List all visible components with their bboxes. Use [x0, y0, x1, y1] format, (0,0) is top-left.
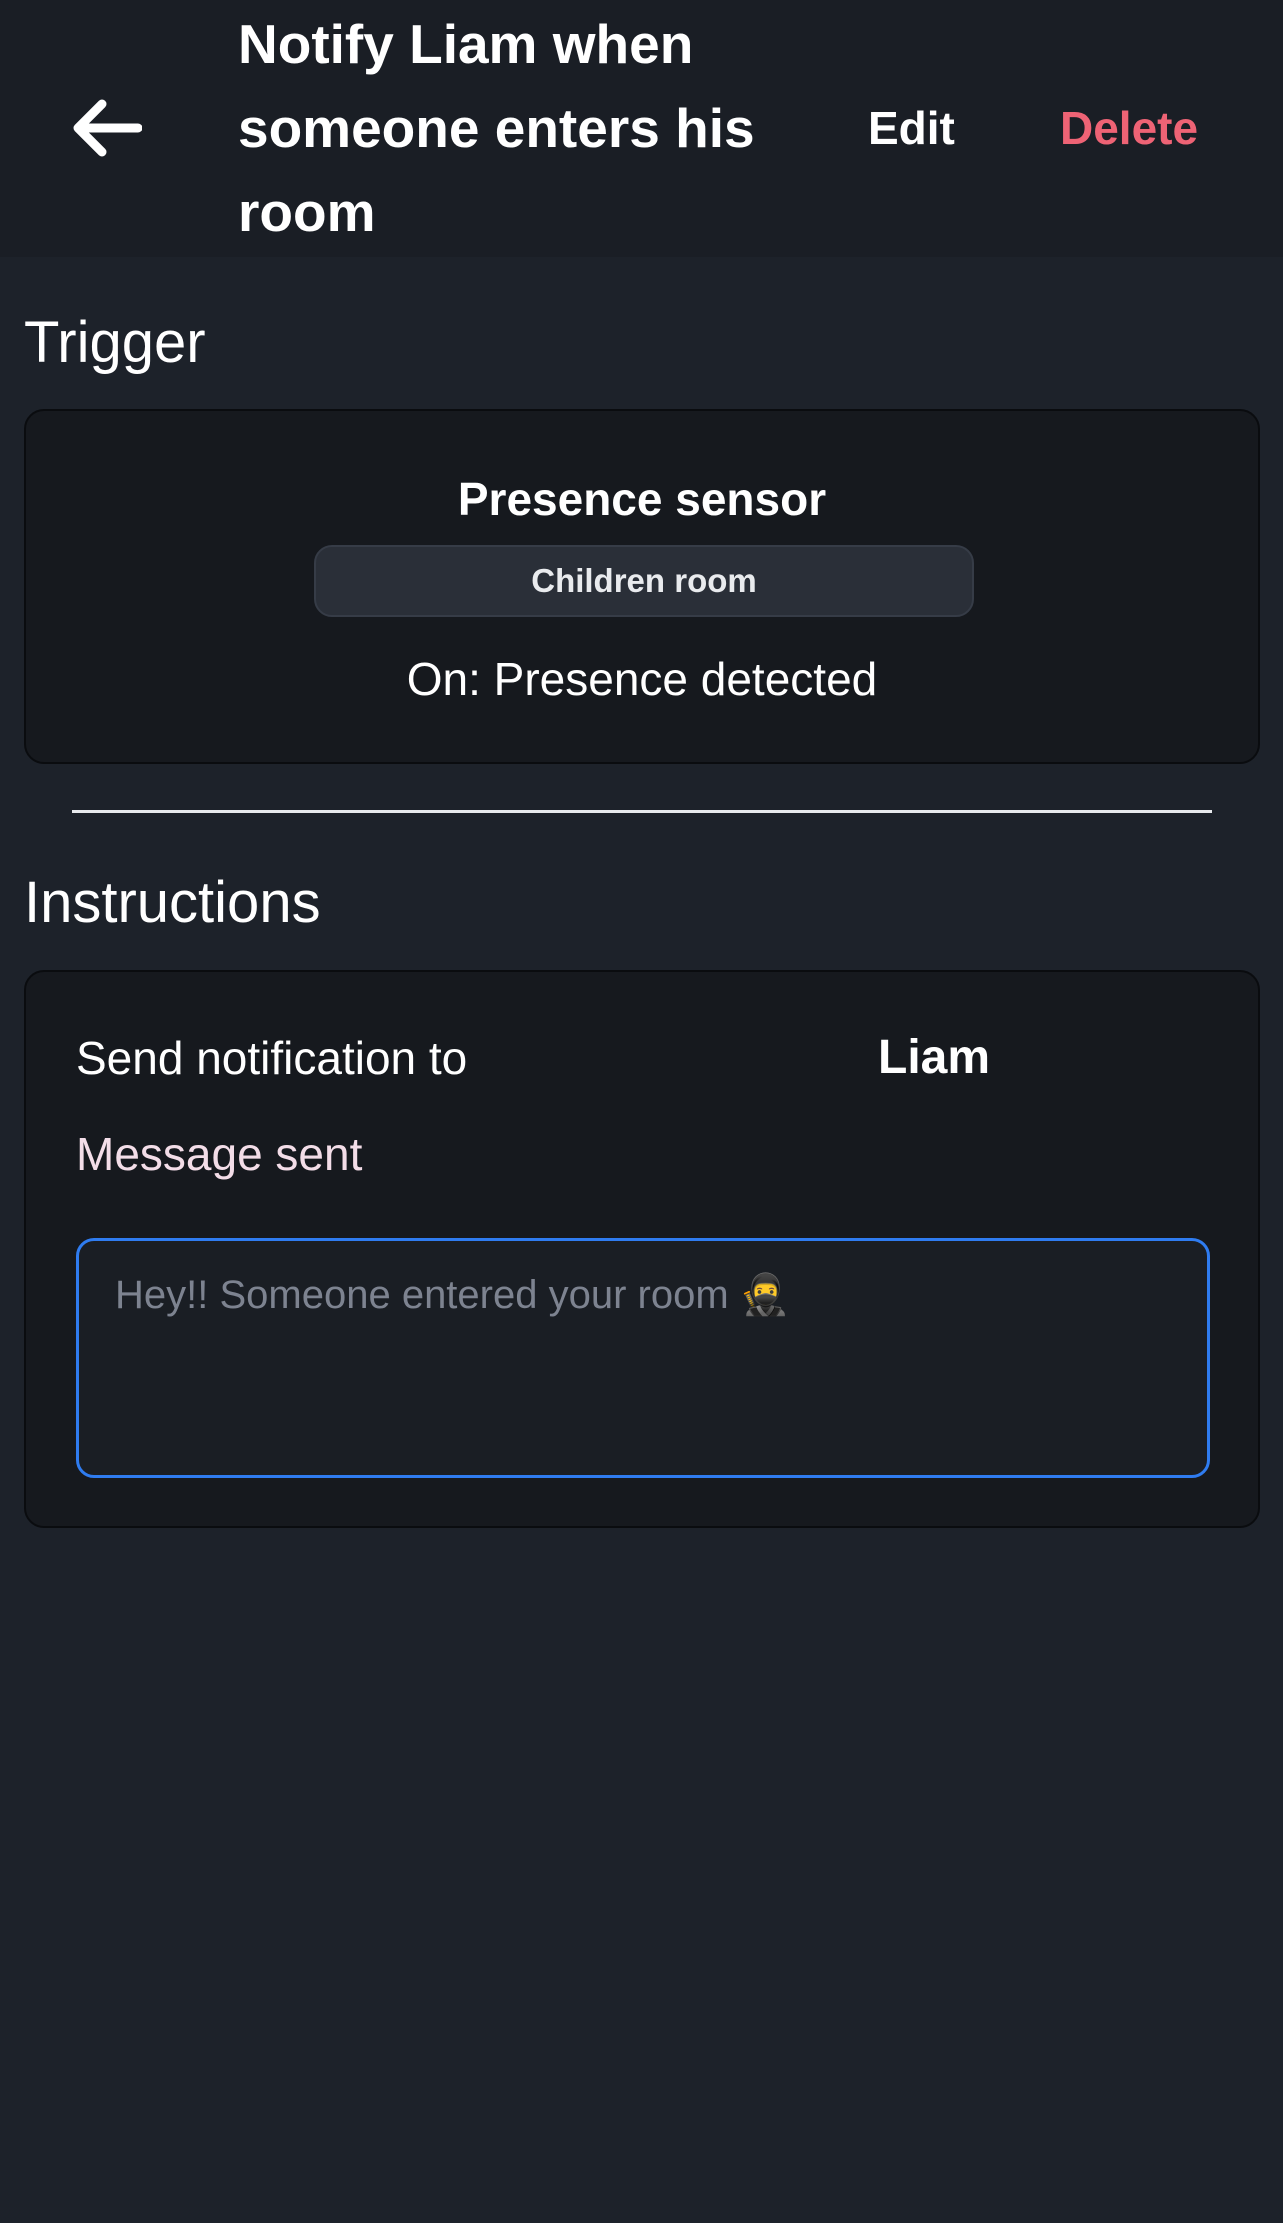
recipient-value[interactable]: Liam [878, 1030, 990, 1086]
room-badge: Children room [314, 545, 974, 617]
arrow-left-icon [73, 99, 142, 157]
trigger-card[interactable]: Presence sensor Children room On: Presen… [24, 409, 1260, 764]
section-divider [72, 810, 1212, 813]
device-name: Presence sensor [457, 473, 827, 525]
back-button[interactable] [60, 82, 152, 174]
delete-button[interactable]: Delete [1040, 92, 1218, 164]
recipient-label: Send notification to [76, 1032, 468, 1084]
instructions-card: Send notification to Liam Message sent [24, 970, 1260, 1528]
message-label: Message sent [76, 1128, 363, 1180]
trigger-state: On: Presence detected [406, 653, 878, 705]
instructions-heading: Instructions [24, 870, 321, 935]
edit-button[interactable]: Edit [840, 92, 983, 164]
page-title: Notify Liam when someone enters his room [238, 13, 755, 243]
message-input[interactable] [76, 1238, 1210, 1478]
trigger-heading: Trigger [24, 310, 206, 375]
header: Notify Liam when someone enters his room… [0, 0, 1283, 257]
